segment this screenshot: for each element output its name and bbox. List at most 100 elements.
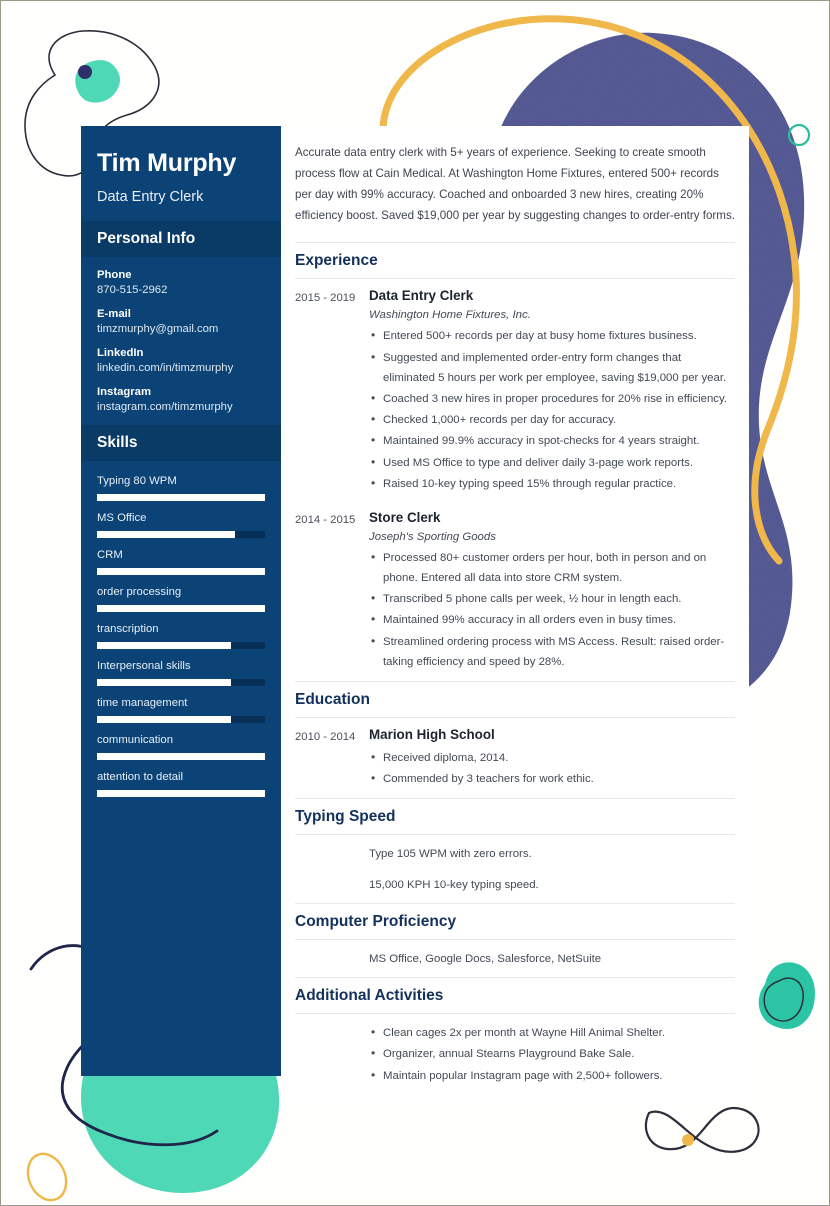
bullet-item: Used MS Office to type and deliver daily… (369, 451, 735, 472)
education-entry: 2010 - 2014 Marion High School Received … (295, 718, 735, 796)
bullet-item: Transcribed 5 phone calls per week, ½ ho… (369, 588, 735, 609)
skill-label: communication (97, 733, 173, 746)
skills-heading: Skills (97, 433, 138, 451)
skill-label: CRM (97, 548, 123, 561)
skill-label: transcription (97, 622, 159, 635)
teal-blob-bottomright-2 (758, 973, 810, 1028)
entry-organization: Washington Home Fixtures, Inc. (369, 309, 531, 322)
skills-list: Typing 80 WPM MS Office CRM order proces… (81, 461, 281, 797)
skill-item: time management (97, 697, 265, 723)
skill-item: transcription (97, 623, 265, 649)
bullet-item: Clean cages 2x per month at Wayne Hill A… (369, 1022, 735, 1043)
teal-blob-topleft (75, 60, 120, 103)
teal-blob-bottomright (762, 962, 815, 1029)
personal-info-label: Instagram (97, 385, 151, 398)
skill-label: time management (97, 696, 188, 709)
skill-bar-fill (97, 752, 265, 760)
entry-bullet-list: Clean cages 2x per month at Wayne Hill A… (369, 1022, 735, 1086)
skill-bar-track (97, 789, 265, 797)
entry-date: 2010 - 2014 (295, 731, 356, 743)
section-experience: Experience 2015 - 2019 Data Entry Clerk … (295, 242, 735, 679)
personal-info-label: E-mail (97, 307, 131, 320)
skill-bar-fill (97, 789, 265, 797)
sidebar-header: Tim Murphy Data Entry Clerk (81, 126, 281, 221)
skill-label: Typing 80 WPM (97, 474, 177, 487)
gold-dot-bottomright (682, 1134, 694, 1146)
entry-bullet-list: Entered 500+ records per day at busy hom… (369, 325, 735, 494)
skill-label: order processing (97, 585, 182, 598)
skill-bar-track (97, 715, 265, 723)
personal-info-item: E-mail timzmurphy@gmail.com (97, 308, 265, 335)
personal-info-value[interactable]: 870-515-2962 (97, 284, 265, 296)
skill-bar-track (97, 641, 265, 649)
entry-body: Data Entry Clerk Washington Home Fixture… (369, 288, 735, 495)
personal-info-value[interactable]: instagram.com/timzmurphy (97, 401, 265, 413)
section-heading-additional-activities: Additional Activities (295, 977, 735, 1013)
skill-bar-fill (97, 715, 232, 723)
teal-circle-outline (787, 123, 811, 147)
infinity-outline-bottomright (644, 1106, 760, 1153)
typing-speed-lines: Type 105 WPM with zero errors. 15,000 KPH… (295, 835, 735, 901)
entry-body: Store Clerk Joseph's Sporting Goods Proc… (369, 510, 735, 673)
entry-role: Data Entry Clerk (369, 288, 474, 304)
personal-info-item: LinkedIn linkedin.com/in/timzmurphy (97, 347, 265, 374)
entry-bullet-list: Processed 80+ customer orders per hour, … (369, 547, 735, 672)
section-computer-proficiency: Computer Proficiency MS Office, Google D… (295, 902, 735, 975)
section-education: Education 2010 - 2014 Marion High School… (295, 681, 735, 796)
bullet-item: Maintained 99% accuracy in all orders ev… (369, 609, 735, 630)
skill-label: MS Office (97, 511, 147, 524)
computer-proficiency-lines: MS Office, Google Docs, Salesforce, NetS… (295, 940, 735, 975)
skill-bar-track (97, 530, 265, 538)
candidate-job-title: Data Entry Clerk (97, 188, 204, 205)
outline-shape-bottomright (763, 977, 804, 1022)
skill-bar-fill (97, 493, 265, 501)
skill-bar-track (97, 678, 265, 686)
section-heading-education: Education (295, 681, 735, 717)
entry-organization: Joseph's Sporting Goods (369, 530, 496, 543)
entry-bullet-list: Received diploma, 2014.Commended by 3 te… (369, 747, 735, 790)
personal-info-heading: Personal Info (97, 229, 196, 247)
personal-info-value[interactable]: linkedin.com/in/timzmurphy (97, 362, 265, 374)
personal-info-label: LinkedIn (97, 346, 144, 359)
personal-info-label: Phone (97, 268, 132, 281)
section-additional-activities: Additional Activities Clean cages 2x per… (295, 977, 735, 1091)
section-heading-computer-proficiency: Computer Proficiency (295, 902, 735, 939)
skill-item: Interpersonal skills (97, 660, 265, 686)
text-line: Type 105 WPM with zero errors. (369, 848, 532, 861)
experience-entry: 2015 - 2019 Data Entry Clerk Washington … (295, 279, 735, 501)
text-line: MS Office, Google Docs, Salesforce, NetS… (369, 952, 602, 965)
candidate-name: Tim Murphy (97, 149, 237, 177)
bullet-item: Raised 10-key typing speed 15% through r… (369, 473, 735, 494)
skill-item: communication (97, 734, 265, 760)
gold-ellipse-outline (26, 1152, 68, 1202)
bullet-item: Checked 1,000+ records per day for accur… (369, 409, 735, 430)
skill-item: Typing 80 WPM (97, 475, 265, 501)
bullet-item: Commended by 3 teachers for work ethic. (369, 768, 735, 789)
section-heading-typing-speed: Typing Speed (295, 798, 735, 834)
entry-date: 2015 - 2019 (295, 292, 356, 305)
personal-info-list: Phone 870-515-2962 E-mail timzmurphy@gma… (81, 257, 281, 413)
entry-body: Marion High School Received diploma, 201… (369, 727, 735, 790)
bullet-item: Coached 3 new hires in proper procedures… (369, 388, 735, 409)
bullet-item: Maintained 99.9% accuracy in spot-checks… (369, 430, 735, 451)
section-typing-speed: Typing Speed Type 105 WPM with zero erro… (295, 798, 735, 901)
text-line: 15,000 KPH 10-key typing speed. (369, 878, 539, 891)
skill-bar-fill (97, 641, 232, 649)
sidebar: Tim Murphy Data Entry Clerk Personal Inf… (81, 126, 281, 1076)
bullet-item: Entered 500+ records per day at busy hom… (369, 325, 735, 346)
entry-role: Store Clerk (369, 509, 441, 525)
skill-bar-fill (97, 567, 265, 575)
skill-item: order processing (97, 586, 265, 612)
bullet-item: Suggested and implemented order-entry fo… (369, 347, 735, 388)
personal-info-value[interactable]: timzmurphy@gmail.com (97, 323, 265, 335)
bullet-item: Processed 80+ customer orders per hour, … (369, 547, 735, 588)
skill-bar-track (97, 493, 265, 501)
bullet-item: Maintain popular Instagram page with 2,5… (369, 1065, 735, 1086)
skill-item: MS Office (97, 512, 265, 538)
skill-bar-track (97, 567, 265, 575)
bullet-item: Organizer, annual Stearns Playground Bak… (369, 1043, 735, 1064)
navy-dot-topleft (78, 65, 92, 79)
main-content: Accurate data entry clerk with 5+ years … (281, 126, 749, 1101)
experience-entry: 2014 - 2015 Store Clerk Joseph's Sportin… (295, 501, 735, 679)
personal-info-item: Instagram instagram.com/timzmurphy (97, 386, 265, 413)
